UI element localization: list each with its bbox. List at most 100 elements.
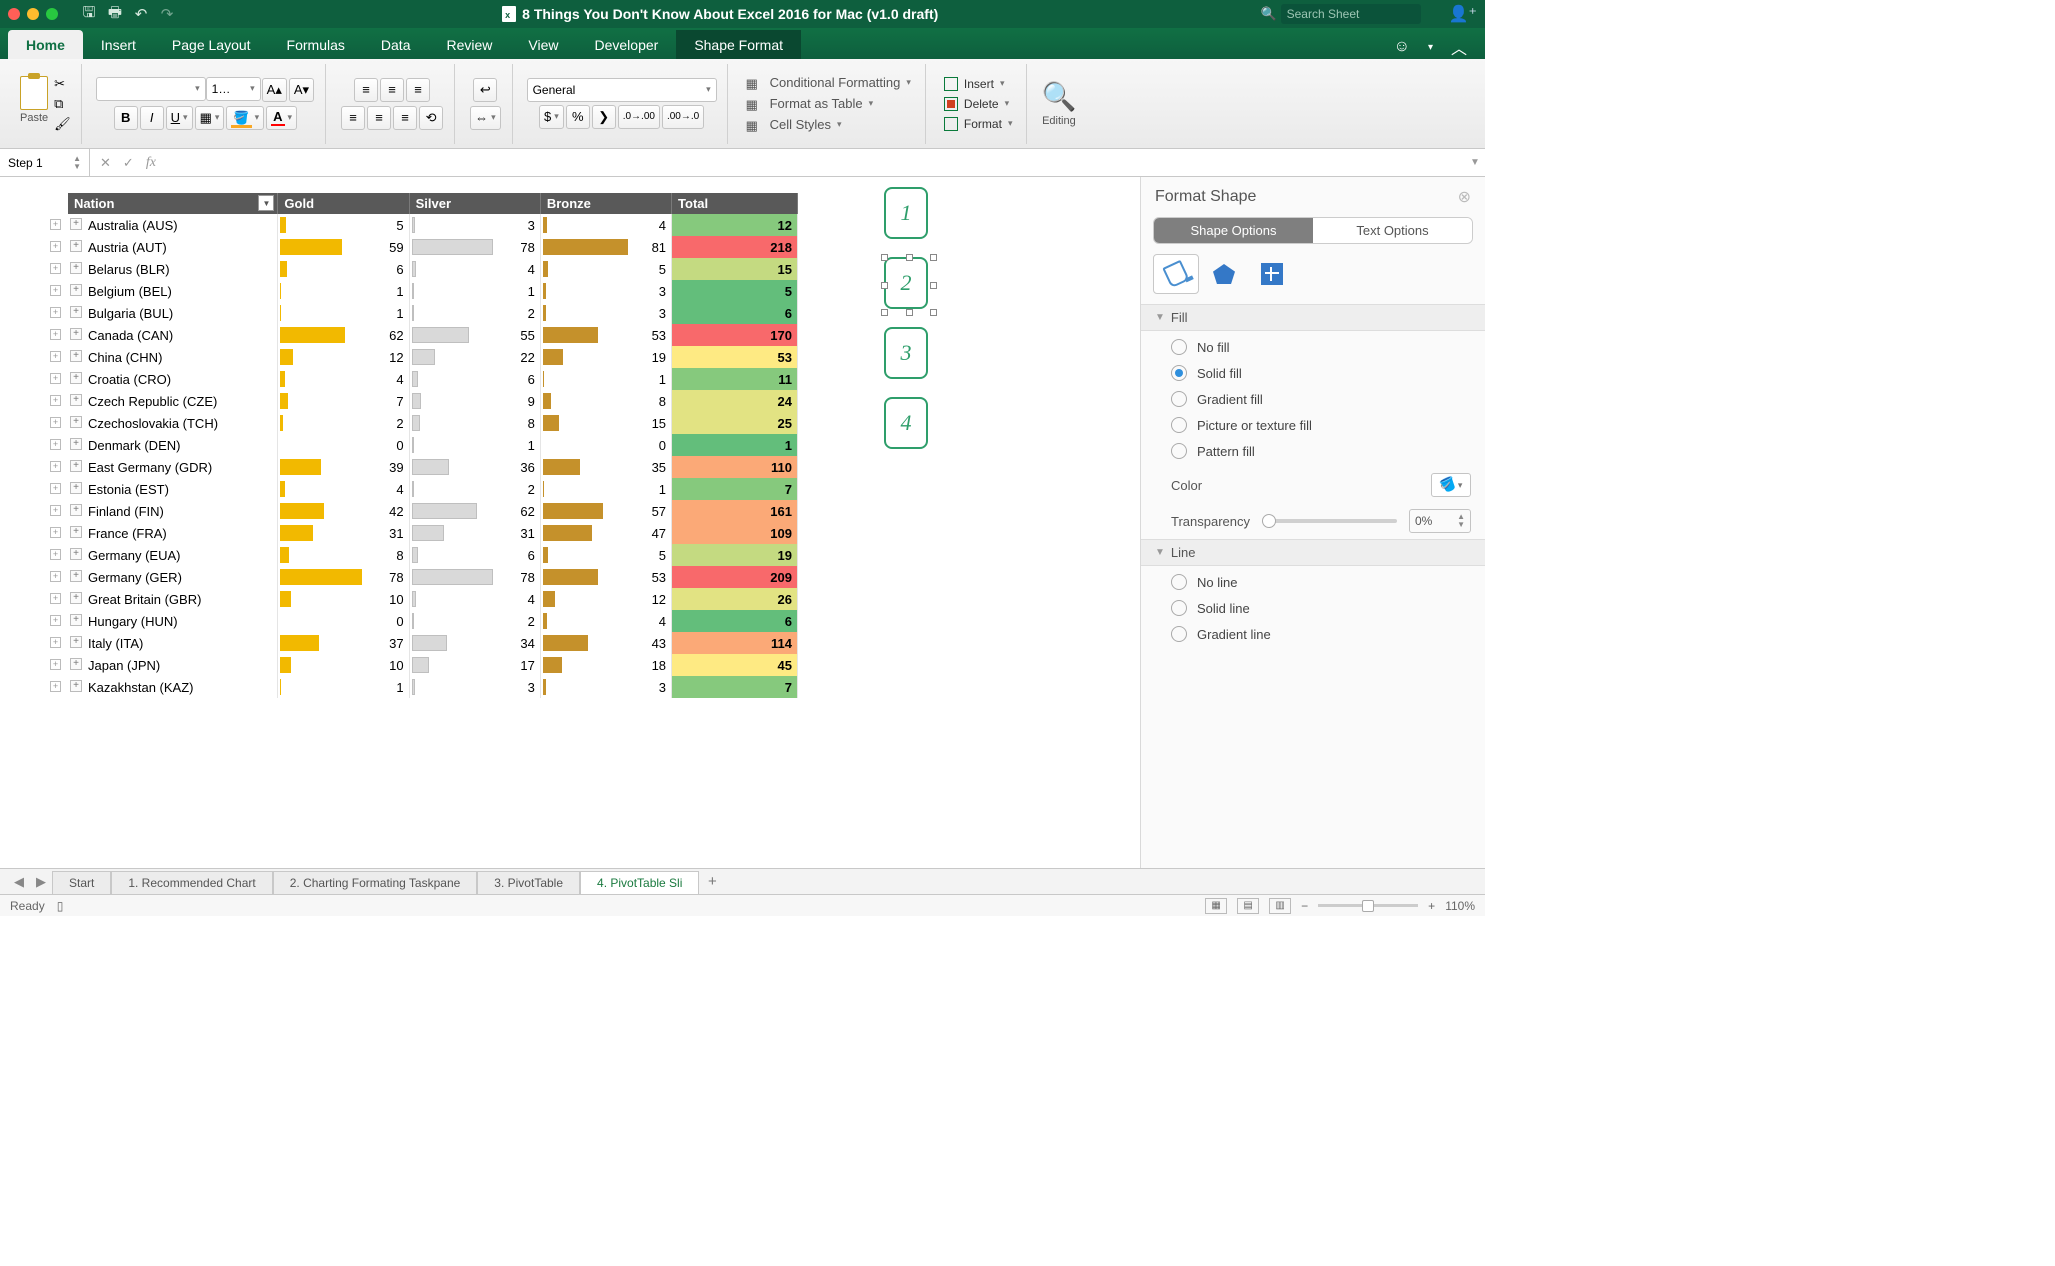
tab-developer[interactable]: Developer <box>576 30 676 59</box>
selection-handle[interactable] <box>881 309 888 316</box>
gold-cell[interactable]: 4 <box>278 368 409 390</box>
total-cell[interactable]: 110 <box>672 456 798 478</box>
expand-icon[interactable]: + <box>70 592 82 604</box>
bronze-cell[interactable]: 1 <box>540 368 671 390</box>
silver-cell[interactable]: 78 <box>409 236 540 258</box>
bronze-cell[interactable]: 8 <box>540 390 671 412</box>
align-center-icon[interactable]: ≡ <box>367 106 391 130</box>
decrease-font-icon[interactable]: A▾ <box>289 78 314 102</box>
silver-cell[interactable]: 22 <box>409 346 540 368</box>
cell-styles-button[interactable]: ▦Cell Styles▾ <box>742 115 846 134</box>
redo-icon[interactable]: ↷ <box>154 3 180 25</box>
total-cell[interactable]: 109 <box>672 522 798 544</box>
increase-font-icon[interactable]: A▴ <box>262 78 287 102</box>
outline-expand-icon[interactable]: + <box>50 549 61 560</box>
gold-cell[interactable]: 0 <box>278 610 409 632</box>
total-cell[interactable]: 6 <box>672 302 798 324</box>
wrap-text-icon[interactable]: ↩ <box>473 78 497 102</box>
align-right-icon[interactable]: ≡ <box>393 106 417 130</box>
total-cell[interactable]: 218 <box>672 236 798 258</box>
total-cell[interactable]: 209 <box>672 566 798 588</box>
outline-expand-icon[interactable]: + <box>50 417 61 428</box>
nation-cell[interactable]: ++Denmark (DEN) <box>68 434 278 456</box>
border-button[interactable]: ▦▾ <box>195 106 225 130</box>
outline-expand-icon[interactable]: + <box>50 241 61 252</box>
table-row[interactable]: ++Japan (JPN)10171845 <box>68 654 798 676</box>
format-painter-icon[interactable]: 🖌 <box>54 116 71 132</box>
zoom-level[interactable]: 110% <box>1445 899 1475 913</box>
cancel-formula-icon[interactable]: ✕ <box>100 155 111 171</box>
cut-icon[interactable]: ✂ <box>54 76 71 92</box>
undo-icon[interactable]: ↶ <box>128 3 154 25</box>
fill-color-button[interactable]: 🪣▾ <box>226 106 264 130</box>
shape-step-4[interactable]: 4 <box>884 397 928 449</box>
gold-cell[interactable]: 1 <box>278 676 409 698</box>
gold-cell[interactable]: 78 <box>278 566 409 588</box>
expand-icon[interactable]: + <box>70 614 82 626</box>
find-icon[interactable]: 🔍 <box>1041 80 1076 113</box>
percent-icon[interactable]: % <box>566 105 590 129</box>
line-option[interactable]: No line <box>1171 574 1471 590</box>
radio-icon[interactable] <box>1171 443 1187 459</box>
nation-cell[interactable]: ++Estonia (EST) <box>68 478 278 500</box>
normal-view-icon[interactable]: ▦ <box>1205 898 1227 914</box>
table-row[interactable]: ++Bulgaria (BUL)1236 <box>68 302 798 324</box>
bronze-cell[interactable]: 53 <box>540 566 671 588</box>
outline-expand-icon[interactable]: + <box>50 285 61 296</box>
table-row[interactable]: ++East Germany (GDR)393635110 <box>68 456 798 478</box>
total-cell[interactable]: 5 <box>672 280 798 302</box>
column-header[interactable]: Gold <box>278 193 409 214</box>
nation-cell[interactable]: ++Czechoslovakia (TCH) <box>68 412 278 434</box>
name-box[interactable]: Step 1 ▲▼ <box>0 149 90 176</box>
nation-cell[interactable]: ++Czech Republic (CZE) <box>68 390 278 412</box>
selection-handle[interactable] <box>881 254 888 261</box>
bronze-cell[interactable]: 18 <box>540 654 671 676</box>
bronze-cell[interactable]: 57 <box>540 500 671 522</box>
tab-home[interactable]: Home <box>8 30 83 59</box>
prev-sheet-icon[interactable]: ◀ <box>8 874 30 890</box>
expand-icon[interactable]: + <box>70 438 82 450</box>
decrease-decimal-icon[interactable]: .00→.0 <box>662 105 704 129</box>
silver-cell[interactable]: 4 <box>409 588 540 610</box>
bronze-cell[interactable]: 3 <box>540 676 671 698</box>
nation-cell[interactable]: ++Japan (JPN) <box>68 654 278 676</box>
page-break-view-icon[interactable]: ▥ <box>1269 898 1291 914</box>
silver-cell[interactable]: 78 <box>409 566 540 588</box>
outline-expand-icon[interactable]: + <box>50 439 61 450</box>
column-header[interactable]: Total <box>672 193 798 214</box>
shape-step-1[interactable]: 1 <box>884 187 928 239</box>
nation-cell[interactable]: ++Germany (EUA) <box>68 544 278 566</box>
nation-cell[interactable]: ++Finland (FIN) <box>68 500 278 522</box>
line-option[interactable]: Gradient line <box>1171 626 1471 642</box>
silver-cell[interactable]: 8 <box>409 412 540 434</box>
comma-icon[interactable]: ❯ <box>592 105 616 129</box>
sheet-tab[interactable]: 3. PivotTable <box>477 871 580 894</box>
tab-view[interactable]: View <box>510 30 576 59</box>
table-row[interactable]: ++China (CHN)12221953 <box>68 346 798 368</box>
gold-cell[interactable]: 7 <box>278 390 409 412</box>
effects-category-icon[interactable] <box>1201 254 1247 294</box>
radio-icon[interactable] <box>1171 365 1187 381</box>
silver-cell[interactable]: 6 <box>409 544 540 566</box>
filter-dropdown-icon[interactable]: ▼ <box>258 195 274 211</box>
fill-option[interactable]: No fill <box>1171 339 1471 355</box>
add-sheet-button[interactable]: + <box>699 873 725 890</box>
font-name-dropdown[interactable]: ▾ <box>96 77 206 101</box>
italic-button[interactable]: I <box>140 106 164 130</box>
selection-handle[interactable] <box>906 254 913 261</box>
bronze-cell[interactable]: 4 <box>540 214 671 236</box>
silver-cell[interactable]: 34 <box>409 632 540 654</box>
expand-icon[interactable]: + <box>70 504 82 516</box>
total-cell[interactable]: 7 <box>672 478 798 500</box>
expand-icon[interactable]: + <box>70 218 82 230</box>
table-row[interactable]: ++Kazakhstan (KAZ)1337 <box>68 676 798 698</box>
underline-button[interactable]: U▾ <box>166 106 193 130</box>
format-as-table-button[interactable]: ▦Format as Table▾ <box>742 94 878 113</box>
next-sheet-icon[interactable]: ▶ <box>30 874 52 890</box>
outline-expand-icon[interactable]: + <box>50 263 61 274</box>
outline-expand-icon[interactable]: + <box>50 373 61 384</box>
silver-cell[interactable]: 36 <box>409 456 540 478</box>
emoji-icon[interactable]: ☺ <box>1394 38 1410 56</box>
silver-cell[interactable]: 2 <box>409 478 540 500</box>
outline-expand-icon[interactable]: + <box>50 351 61 362</box>
